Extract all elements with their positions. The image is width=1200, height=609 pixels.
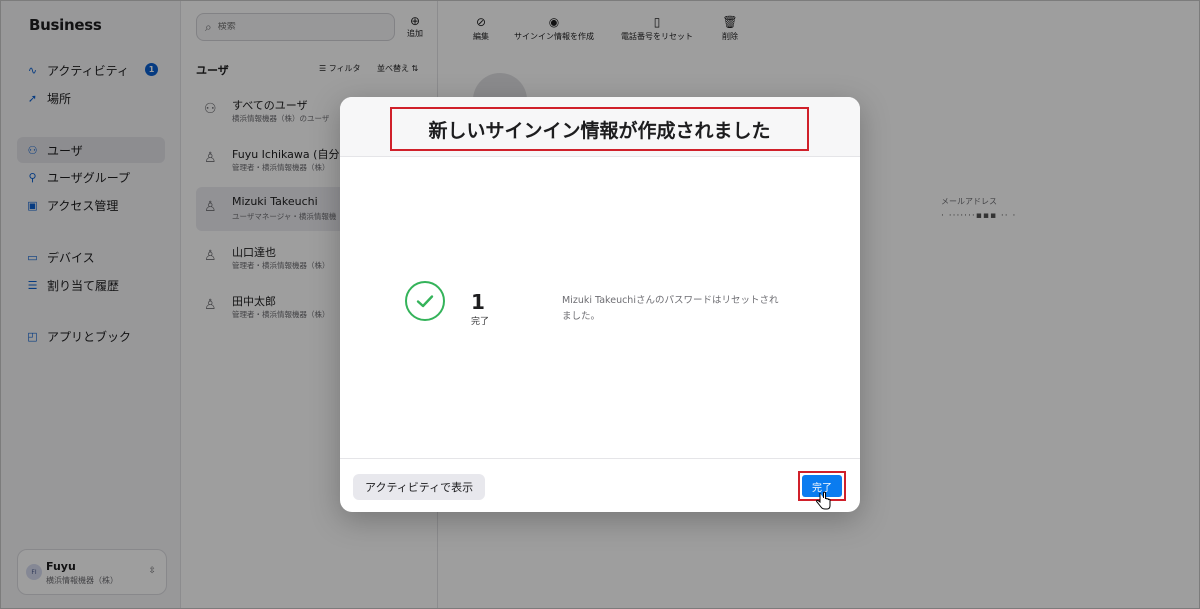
dialog-footer: アクティビティで表示 完了 bbox=[340, 458, 860, 512]
dialog-header: 新しいサインイン情報が作成されました bbox=[340, 97, 860, 157]
completed-count: 1 bbox=[471, 290, 485, 314]
dialog-title: 新しいサインイン情報が作成されました bbox=[390, 107, 809, 151]
hand-cursor-icon bbox=[816, 491, 831, 510]
view-in-activity-button[interactable]: アクティビティで表示 bbox=[353, 474, 486, 500]
signin-created-dialog: 新しいサインイン情報が作成されました 1 完了 Mizuki Takeuchiさ… bbox=[340, 97, 860, 512]
checkmark-icon bbox=[405, 281, 445, 321]
completed-label: 完了 bbox=[471, 317, 490, 327]
result-message: Mizuki Takeuchiさんのパスワードはリセットされました。 bbox=[562, 295, 779, 322]
